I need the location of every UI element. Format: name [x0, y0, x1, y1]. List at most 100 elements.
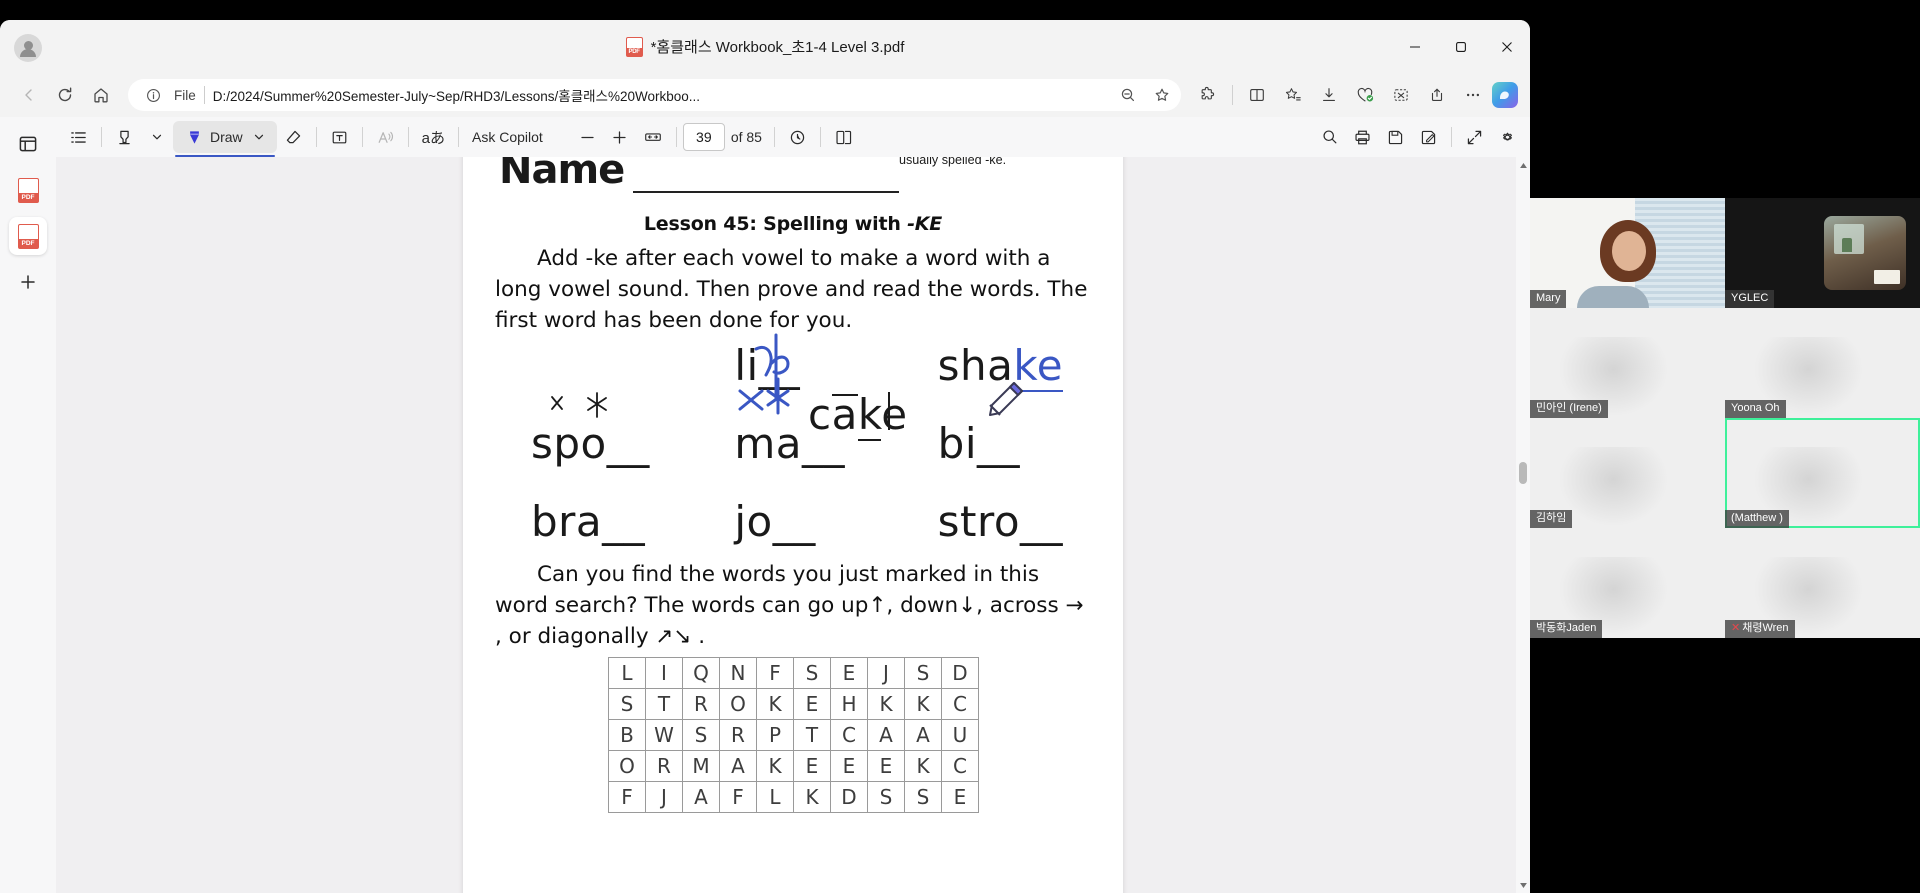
word-search-cell: E	[941, 781, 979, 813]
participant-name-text: 채령Wren	[1742, 622, 1789, 634]
participant-name-text: Mary	[1536, 292, 1561, 304]
video-tile[interactable]: ✕ 채령Wren	[1725, 528, 1920, 638]
gear-icon[interactable]	[1491, 121, 1524, 153]
fullscreen-icon[interactable]	[1458, 121, 1491, 153]
home-icon[interactable]	[84, 78, 118, 112]
split-screen-icon[interactable]	[1240, 78, 1274, 112]
word-search-row: LIQNFSEJSD	[608, 657, 979, 689]
zoom-out-icon[interactable]	[1115, 82, 1141, 108]
ask-copilot-button[interactable]: Ask Copilot	[465, 121, 550, 153]
share-icon[interactable]	[1420, 78, 1454, 112]
read-aloud-icon[interactable]	[369, 121, 402, 153]
word-search-cell: B	[608, 719, 646, 751]
page-number-input[interactable]: 39	[682, 123, 725, 151]
zoom-in-button[interactable]	[604, 121, 636, 153]
settings-more-icon[interactable]	[1456, 78, 1490, 112]
word-search-grid: LIQNFSEJSDSTROKEHKKCBWSRPTCAAUORMAKEEEKC…	[608, 657, 979, 813]
scrollbar-thumb[interactable]	[1519, 462, 1527, 484]
pdf-page-viewport[interactable]: Name vowel sound in a word, the /k/ is u…	[56, 157, 1530, 893]
refresh-icon[interactable]	[48, 78, 82, 112]
screenshot-icon[interactable]	[1384, 78, 1418, 112]
word-search-cell: E	[830, 750, 868, 782]
word-bi-blank: bi__	[937, 419, 1020, 468]
table-of-contents-icon[interactable]	[62, 121, 95, 153]
zoom-out-button[interactable]	[572, 121, 604, 153]
back-icon[interactable]	[12, 78, 46, 112]
worksheet-name-line	[633, 191, 899, 193]
toggle-sidebar-icon[interactable]	[9, 125, 47, 163]
translate-icon[interactable]: aあ	[415, 121, 452, 153]
word-search-cell: P	[756, 719, 794, 751]
worksheet-lesson-title: Lesson 45: Spelling with -KE	[463, 213, 1123, 235]
favorites-icon[interactable]	[1276, 78, 1310, 112]
minimize-button[interactable]	[1392, 20, 1438, 73]
word-search-cell: R	[719, 719, 757, 751]
video-tile[interactable]: (Matthew )	[1725, 418, 1920, 528]
word-search-cell: K	[756, 750, 794, 782]
save-as-icon[interactable]	[1412, 121, 1445, 153]
scroll-down-icon[interactable]	[1516, 877, 1530, 893]
word-search-cell: U	[941, 719, 979, 751]
video-tile-grid: Mary YGLEC 민아인 (Irene) Yoona Oh 김하임 (Matthew …	[1530, 198, 1920, 638]
pdf-document-active-icon[interactable]: PDF	[9, 217, 47, 255]
lesson-title-italic: -KE	[907, 213, 943, 235]
pdf-toolbar-right	[1314, 121, 1530, 153]
star-icon[interactable]	[1149, 82, 1175, 108]
eraser-icon[interactable]	[277, 121, 310, 153]
word-search-cell: S	[608, 688, 646, 720]
pdf-main-area: Draw aあ Ask Copilot 39 of 85 Name usuall…	[56, 117, 1530, 893]
video-tile[interactable]: 박동화Jaden	[1530, 528, 1725, 638]
scroll-up-icon[interactable]	[1516, 157, 1530, 173]
video-tile[interactable]: Mary	[1530, 198, 1725, 308]
copilot-icon[interactable]	[1492, 82, 1518, 108]
browser-essentials-icon[interactable]	[1348, 78, 1382, 112]
search-icon[interactable]	[1314, 121, 1346, 153]
draw-tool-button[interactable]: Draw	[173, 121, 277, 157]
video-tile[interactable]: YGLEC	[1725, 198, 1920, 308]
video-tile[interactable]: 민아인 (Irene)	[1530, 308, 1725, 418]
add-tab-icon[interactable]	[9, 263, 47, 301]
maximize-button[interactable]	[1438, 20, 1484, 73]
extensions-icon[interactable]	[1191, 78, 1225, 112]
draw-tool-label: Draw	[210, 129, 243, 145]
address-bar[interactable]: File D:/2024/Summer%20Semester-July~Sep/…	[128, 79, 1181, 111]
word-stro-blank: stro__	[937, 497, 1064, 546]
word-search-cell: F	[756, 657, 794, 689]
word-bra-blank: bra__	[531, 497, 646, 546]
word-search-cell: A	[719, 750, 757, 782]
word-search-cell: E	[830, 657, 868, 689]
fit-to-width-icon[interactable]	[636, 121, 670, 153]
close-button[interactable]	[1484, 20, 1530, 73]
word-cell: cake	[489, 341, 907, 441]
word-search-cell: K	[793, 781, 831, 813]
video-tile[interactable]: Yoona Oh	[1725, 308, 1920, 418]
address-bar-row: File D:/2024/Summer%20Semester-July~Sep/…	[0, 73, 1530, 117]
rotate-icon[interactable]	[781, 121, 814, 153]
word-search-row: FJAFLKDSSE	[608, 781, 979, 813]
word-cell: li__	[692, 333, 895, 419]
word-search-cell: H	[830, 688, 868, 720]
word-search-row: ORMAKEEEKC	[608, 750, 979, 782]
pdf-document-icon[interactable]: PDF	[9, 171, 47, 209]
participant-name-label: 박동화Jaden	[1530, 620, 1603, 638]
downloads-icon[interactable]	[1312, 78, 1346, 112]
add-text-icon[interactable]	[323, 121, 356, 153]
highlighter-chevron-down-icon[interactable]	[141, 121, 173, 153]
word-row: spo__ ma__ bi__	[489, 419, 1099, 497]
faint-camera-feed	[1557, 446, 1671, 528]
pdf-viewer: PDF PDF Draw aあ Ask Copilot 39 of 85 Nam…	[0, 117, 1530, 893]
draw-chevron-down-icon[interactable]	[253, 131, 265, 143]
print-icon[interactable]	[1346, 121, 1379, 153]
save-icon[interactable]	[1379, 121, 1412, 153]
video-tile[interactable]: 김하임	[1530, 418, 1725, 528]
page-view-icon[interactable]	[827, 121, 860, 153]
word-shake: shake	[937, 341, 1064, 392]
word-search-cell: E	[793, 750, 831, 782]
word-search-cell: A	[904, 719, 942, 751]
site-info-icon[interactable]	[140, 82, 166, 108]
vertical-scrollbar[interactable]	[1516, 157, 1530, 893]
word-search-cell: F	[719, 781, 757, 813]
highlighter-icon[interactable]	[108, 121, 141, 153]
pdf-page: Name vowel sound in a word, the /k/ is u…	[463, 157, 1123, 893]
active-tab[interactable]: *홈클래스 Workbook_초1-4 Level 3.pdf	[0, 20, 1530, 73]
